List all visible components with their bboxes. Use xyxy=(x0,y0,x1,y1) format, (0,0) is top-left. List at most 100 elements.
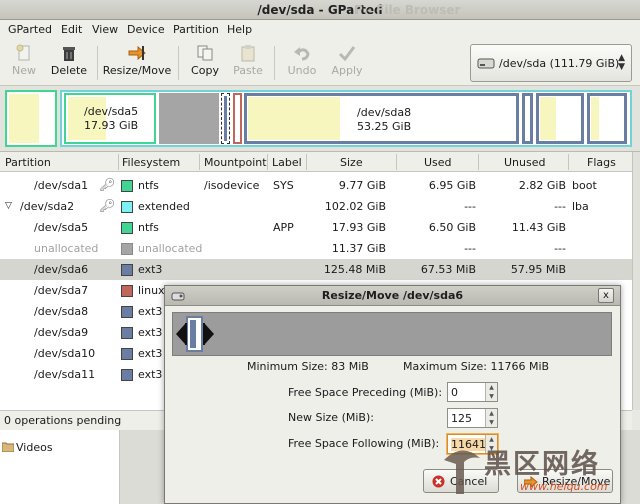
graph-partition-sda1[interactable] xyxy=(5,90,57,147)
delete-label: Delete xyxy=(50,64,88,77)
spin-down-icon[interactable]: ▼ xyxy=(486,418,497,427)
new-label: New xyxy=(12,64,36,77)
new-button[interactable]: New xyxy=(6,44,42,84)
cell-partition: /dev/sda11 xyxy=(34,368,96,381)
window-scrollbar[interactable] xyxy=(632,152,640,410)
table-row-selected[interactable]: /dev/sda6 ext3 125.48 MiB 67.53 MiB 57.9… xyxy=(0,259,632,280)
spinner-buttons[interactable]: ▲ ▼ xyxy=(485,383,497,401)
free-space-preceding-label: Free Space Preceding (MiB): xyxy=(288,386,443,399)
column-separator xyxy=(478,154,479,170)
graph-partition-sda10[interactable] xyxy=(536,93,584,144)
spin-up-icon[interactable]: ▲ xyxy=(486,409,497,418)
table-row[interactable]: /dev/sda5 ntfs APP 17.93 GiB 6.50 GiB 11… xyxy=(0,217,632,238)
graph-partition-sda8[interactable]: /dev/sda8 53.25 GiB xyxy=(244,93,519,144)
cell-filesystem: ext3 xyxy=(138,263,163,276)
new-size-label: New Size (MiB): xyxy=(288,411,374,424)
used-space-bar xyxy=(591,97,599,140)
menu-view[interactable]: View xyxy=(92,23,118,36)
partition-resize-box[interactable] xyxy=(186,316,203,352)
column-flags[interactable]: Flags xyxy=(587,156,616,169)
menu-partition[interactable]: Partition xyxy=(173,23,219,36)
graph-unallocated[interactable] xyxy=(159,93,219,144)
watermark-url: www.heiqu.com xyxy=(520,480,608,493)
menu-device[interactable]: Device xyxy=(127,23,165,36)
cell-unused: 11.43 GiB xyxy=(511,221,566,234)
cell-filesystem: ext3 xyxy=(138,305,163,318)
copy-label: Copy xyxy=(191,64,219,77)
filesystem-color-swatch xyxy=(121,180,133,192)
close-icon: x xyxy=(603,290,609,301)
undo-button[interactable]: Undo xyxy=(284,44,320,84)
cell-partition: /dev/sda7 xyxy=(34,284,89,297)
cell-size: 125.48 MiB xyxy=(323,263,386,276)
checkmark-icon xyxy=(338,46,356,62)
cell-used: --- xyxy=(464,242,476,255)
new-size-spinner[interactable]: 125 ▲ ▼ xyxy=(447,408,498,428)
expander-arrow-icon[interactable]: ▽ xyxy=(5,201,12,211)
graph-partition-sda9[interactable] xyxy=(522,93,533,144)
watermark: 黑区网络 www.heiqu.com xyxy=(440,440,640,504)
toolbar-separator xyxy=(274,46,275,80)
watermark-text: 黑区网络 xyxy=(484,449,600,480)
filesystem-color-swatch xyxy=(121,222,133,234)
menu-edit[interactable]: Edit xyxy=(61,23,82,36)
undo-icon xyxy=(294,47,310,61)
cell-filesystem: ntfs xyxy=(138,221,159,234)
right-resize-handle-icon[interactable] xyxy=(203,323,215,345)
column-mountpoint[interactable]: Mountpoint xyxy=(204,156,267,169)
used-space-bar xyxy=(248,97,340,140)
table-row[interactable]: ▽ /dev/sda2 🔑︎ extended 102.02 GiB --- -… xyxy=(0,196,632,217)
spinner-buttons[interactable]: ▲ ▼ xyxy=(485,409,497,427)
column-separator xyxy=(118,154,119,170)
graph-sda5-name: /dev/sda5 xyxy=(84,105,139,118)
dialog-close-button[interactable]: x xyxy=(598,288,614,303)
cell-unused: 2.82 GiB xyxy=(518,179,566,192)
column-label[interactable]: Label xyxy=(272,156,302,169)
apply-button[interactable]: Apply xyxy=(328,44,366,84)
spin-up-icon[interactable]: ▲ xyxy=(486,383,497,392)
table-row[interactable]: /dev/sda1 🔑︎ ntfs /isodevice SYS 9.77 Gi… xyxy=(0,175,632,196)
cell-partition: /dev/sda9 xyxy=(34,326,89,339)
column-partition[interactable]: Partition xyxy=(5,156,51,169)
column-size[interactable]: Size xyxy=(340,156,363,169)
cell-size: 11.37 GiB xyxy=(331,242,386,255)
menu-gparted[interactable]: GParted xyxy=(8,23,52,36)
resize-move-label: Resize/Move xyxy=(102,64,172,77)
free-space-preceding-spinner[interactable]: 0 ▲ ▼ xyxy=(447,382,498,402)
column-filesystem[interactable]: Filesystem xyxy=(122,156,180,169)
left-resize-handle-icon[interactable] xyxy=(175,323,187,345)
filesystem-color-swatch xyxy=(121,285,133,297)
cell-filesystem: ext3 xyxy=(138,368,163,381)
cell-used: --- xyxy=(464,200,476,213)
background-window-title: P - File Browser xyxy=(354,3,461,17)
copy-icon xyxy=(197,45,213,61)
spin-down-icon[interactable]: ▼ xyxy=(486,392,497,401)
cell-partition: /dev/sda6 xyxy=(34,263,89,276)
apply-label: Apply xyxy=(331,64,363,77)
toolbar-separator xyxy=(178,46,179,80)
delete-button[interactable]: Delete xyxy=(48,44,90,84)
menu-help[interactable]: Help xyxy=(227,23,252,36)
graph-partition-sda6[interactable] xyxy=(221,93,230,144)
graph-partition-sda5[interactable]: /dev/sda5 17.93 GiB xyxy=(64,93,156,144)
column-separator xyxy=(396,154,397,170)
cell-partition: /dev/sda1 xyxy=(34,179,89,192)
paste-button[interactable]: Paste xyxy=(230,44,266,84)
undo-label: Undo xyxy=(287,64,317,77)
device-selector[interactable]: /dev/sda (111.79 GiB) ▲ ▼ xyxy=(470,44,632,82)
dropdown-arrows-icon: ▲ ▼ xyxy=(618,53,625,72)
cell-filesystem: ext3 xyxy=(138,326,163,339)
used-space-bar xyxy=(9,94,39,143)
cell-partition: /dev/sda10 xyxy=(34,347,96,360)
graph-partition-sda7[interactable] xyxy=(233,93,242,144)
filesystem-color-swatch xyxy=(121,201,133,213)
file-browser-sidebar: Videos xyxy=(0,430,120,504)
dialog-title-bar[interactable]: Resize/Move /dev/sda6 x xyxy=(165,286,620,306)
sidebar-item-videos[interactable]: Videos xyxy=(0,439,120,457)
column-unused[interactable]: Unused xyxy=(504,156,545,169)
column-used[interactable]: Used xyxy=(424,156,452,169)
copy-button[interactable]: Copy xyxy=(186,44,224,84)
resize-move-button[interactable]: Resize/Move xyxy=(102,44,172,84)
table-row[interactable]: unallocated unallocated 11.37 GiB --- --… xyxy=(0,238,632,259)
graph-partition-sda11[interactable] xyxy=(587,93,627,144)
